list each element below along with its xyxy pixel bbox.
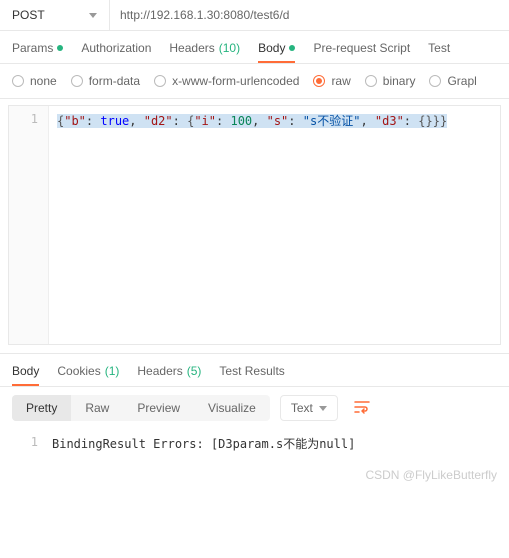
request-tabs: Params Authorization Headers (10) Body P… bbox=[0, 31, 509, 64]
tab-body[interactable]: Body bbox=[258, 41, 295, 63]
chevron-down-icon bbox=[89, 13, 97, 18]
view-raw-button[interactable]: Raw bbox=[71, 395, 123, 421]
view-mode-segment: Pretty Raw Preview Visualize bbox=[12, 395, 270, 421]
response-tabs: Body Cookies (1) Headers (5) Test Result… bbox=[0, 354, 509, 387]
resp-tab-cookies-count: (1) bbox=[105, 364, 120, 378]
view-visualize-button[interactable]: Visualize bbox=[194, 395, 270, 421]
request-top-bar: POST bbox=[0, 0, 509, 31]
tab-tests-label: Test bbox=[428, 41, 450, 55]
line-gutter: 1 bbox=[9, 106, 49, 344]
response-body: 1 BindingResult Errors: [D3param.s不能为nul… bbox=[0, 429, 509, 466]
tab-headers-label: Headers bbox=[169, 41, 214, 55]
tab-authorization-label: Authorization bbox=[81, 41, 151, 55]
radio-icon bbox=[365, 75, 377, 87]
watermark-text: CSDN @FlyLikeButterfly bbox=[0, 466, 509, 488]
resp-tab-headers[interactable]: Headers (5) bbox=[137, 364, 201, 386]
tab-tests[interactable]: Test bbox=[428, 41, 450, 63]
wrap-lines-button[interactable] bbox=[348, 396, 376, 421]
radio-urlencoded[interactable]: x-www-form-urlencoded bbox=[154, 74, 299, 88]
resp-tab-cookies-label: Cookies bbox=[57, 364, 100, 378]
view-preview-button[interactable]: Preview bbox=[123, 395, 194, 421]
code-content[interactable]: {"b": true, "d2": {"i": 100, "s": "s不验证"… bbox=[49, 106, 500, 344]
resp-tab-headers-count: (5) bbox=[187, 364, 202, 378]
tab-body-label: Body bbox=[258, 41, 285, 55]
view-pretty-button[interactable]: Pretty bbox=[12, 395, 71, 421]
resp-tab-test-results-label: Test Results bbox=[219, 364, 284, 378]
tab-headers-count: (10) bbox=[219, 41, 240, 55]
radio-icon bbox=[71, 75, 83, 87]
radio-graphql[interactable]: Grapl bbox=[429, 74, 476, 88]
response-type-select[interactable]: Text bbox=[280, 395, 338, 421]
tab-authorization[interactable]: Authorization bbox=[81, 41, 151, 63]
line-gutter: 1 bbox=[8, 433, 48, 454]
response-type-label: Text bbox=[291, 401, 313, 415]
status-dot-icon bbox=[57, 45, 63, 51]
radio-icon bbox=[154, 75, 166, 87]
resp-tab-test-results[interactable]: Test Results bbox=[219, 364, 284, 386]
resp-tab-body-label: Body bbox=[12, 364, 39, 378]
radio-none[interactable]: none bbox=[12, 74, 57, 88]
radio-binary[interactable]: binary bbox=[365, 74, 416, 88]
radio-binary-label: binary bbox=[383, 74, 416, 88]
tab-params-label: Params bbox=[12, 41, 53, 55]
radio-raw-label: raw bbox=[331, 74, 350, 88]
resp-tab-headers-label: Headers bbox=[137, 364, 182, 378]
radio-icon bbox=[429, 75, 441, 87]
status-dot-icon bbox=[289, 45, 295, 51]
tab-prerequest-label: Pre-request Script bbox=[313, 41, 410, 55]
radio-form-data[interactable]: form-data bbox=[71, 74, 140, 88]
body-type-radios: none form-data x-www-form-urlencoded raw… bbox=[0, 64, 509, 99]
radio-urlencoded-label: x-www-form-urlencoded bbox=[172, 74, 299, 88]
radio-form-data-label: form-data bbox=[89, 74, 140, 88]
resp-tab-body[interactable]: Body bbox=[12, 364, 39, 386]
line-number: 1 bbox=[31, 435, 38, 449]
http-method-select[interactable]: POST bbox=[0, 0, 110, 30]
chevron-down-icon bbox=[319, 406, 327, 411]
tab-params[interactable]: Params bbox=[12, 41, 63, 63]
radio-icon bbox=[12, 75, 24, 87]
radio-raw[interactable]: raw bbox=[313, 74, 350, 88]
response-toolbar: Pretty Raw Preview Visualize Text bbox=[0, 387, 509, 429]
request-body-editor[interactable]: 1 {"b": true, "d2": {"i": 100, "s": "s不验… bbox=[8, 105, 501, 345]
wrap-icon bbox=[354, 400, 370, 414]
radio-graphql-label: Grapl bbox=[447, 74, 476, 88]
response-text[interactable]: BindingResult Errors: [D3param.s不能为null] bbox=[48, 433, 501, 454]
line-number: 1 bbox=[31, 112, 38, 126]
radio-none-label: none bbox=[30, 74, 57, 88]
tab-headers[interactable]: Headers (10) bbox=[169, 41, 240, 63]
http-method-label: POST bbox=[12, 8, 89, 22]
url-input[interactable] bbox=[110, 0, 509, 30]
tab-prerequest[interactable]: Pre-request Script bbox=[313, 41, 410, 63]
resp-tab-cookies[interactable]: Cookies (1) bbox=[57, 364, 119, 386]
radio-icon bbox=[313, 75, 325, 87]
